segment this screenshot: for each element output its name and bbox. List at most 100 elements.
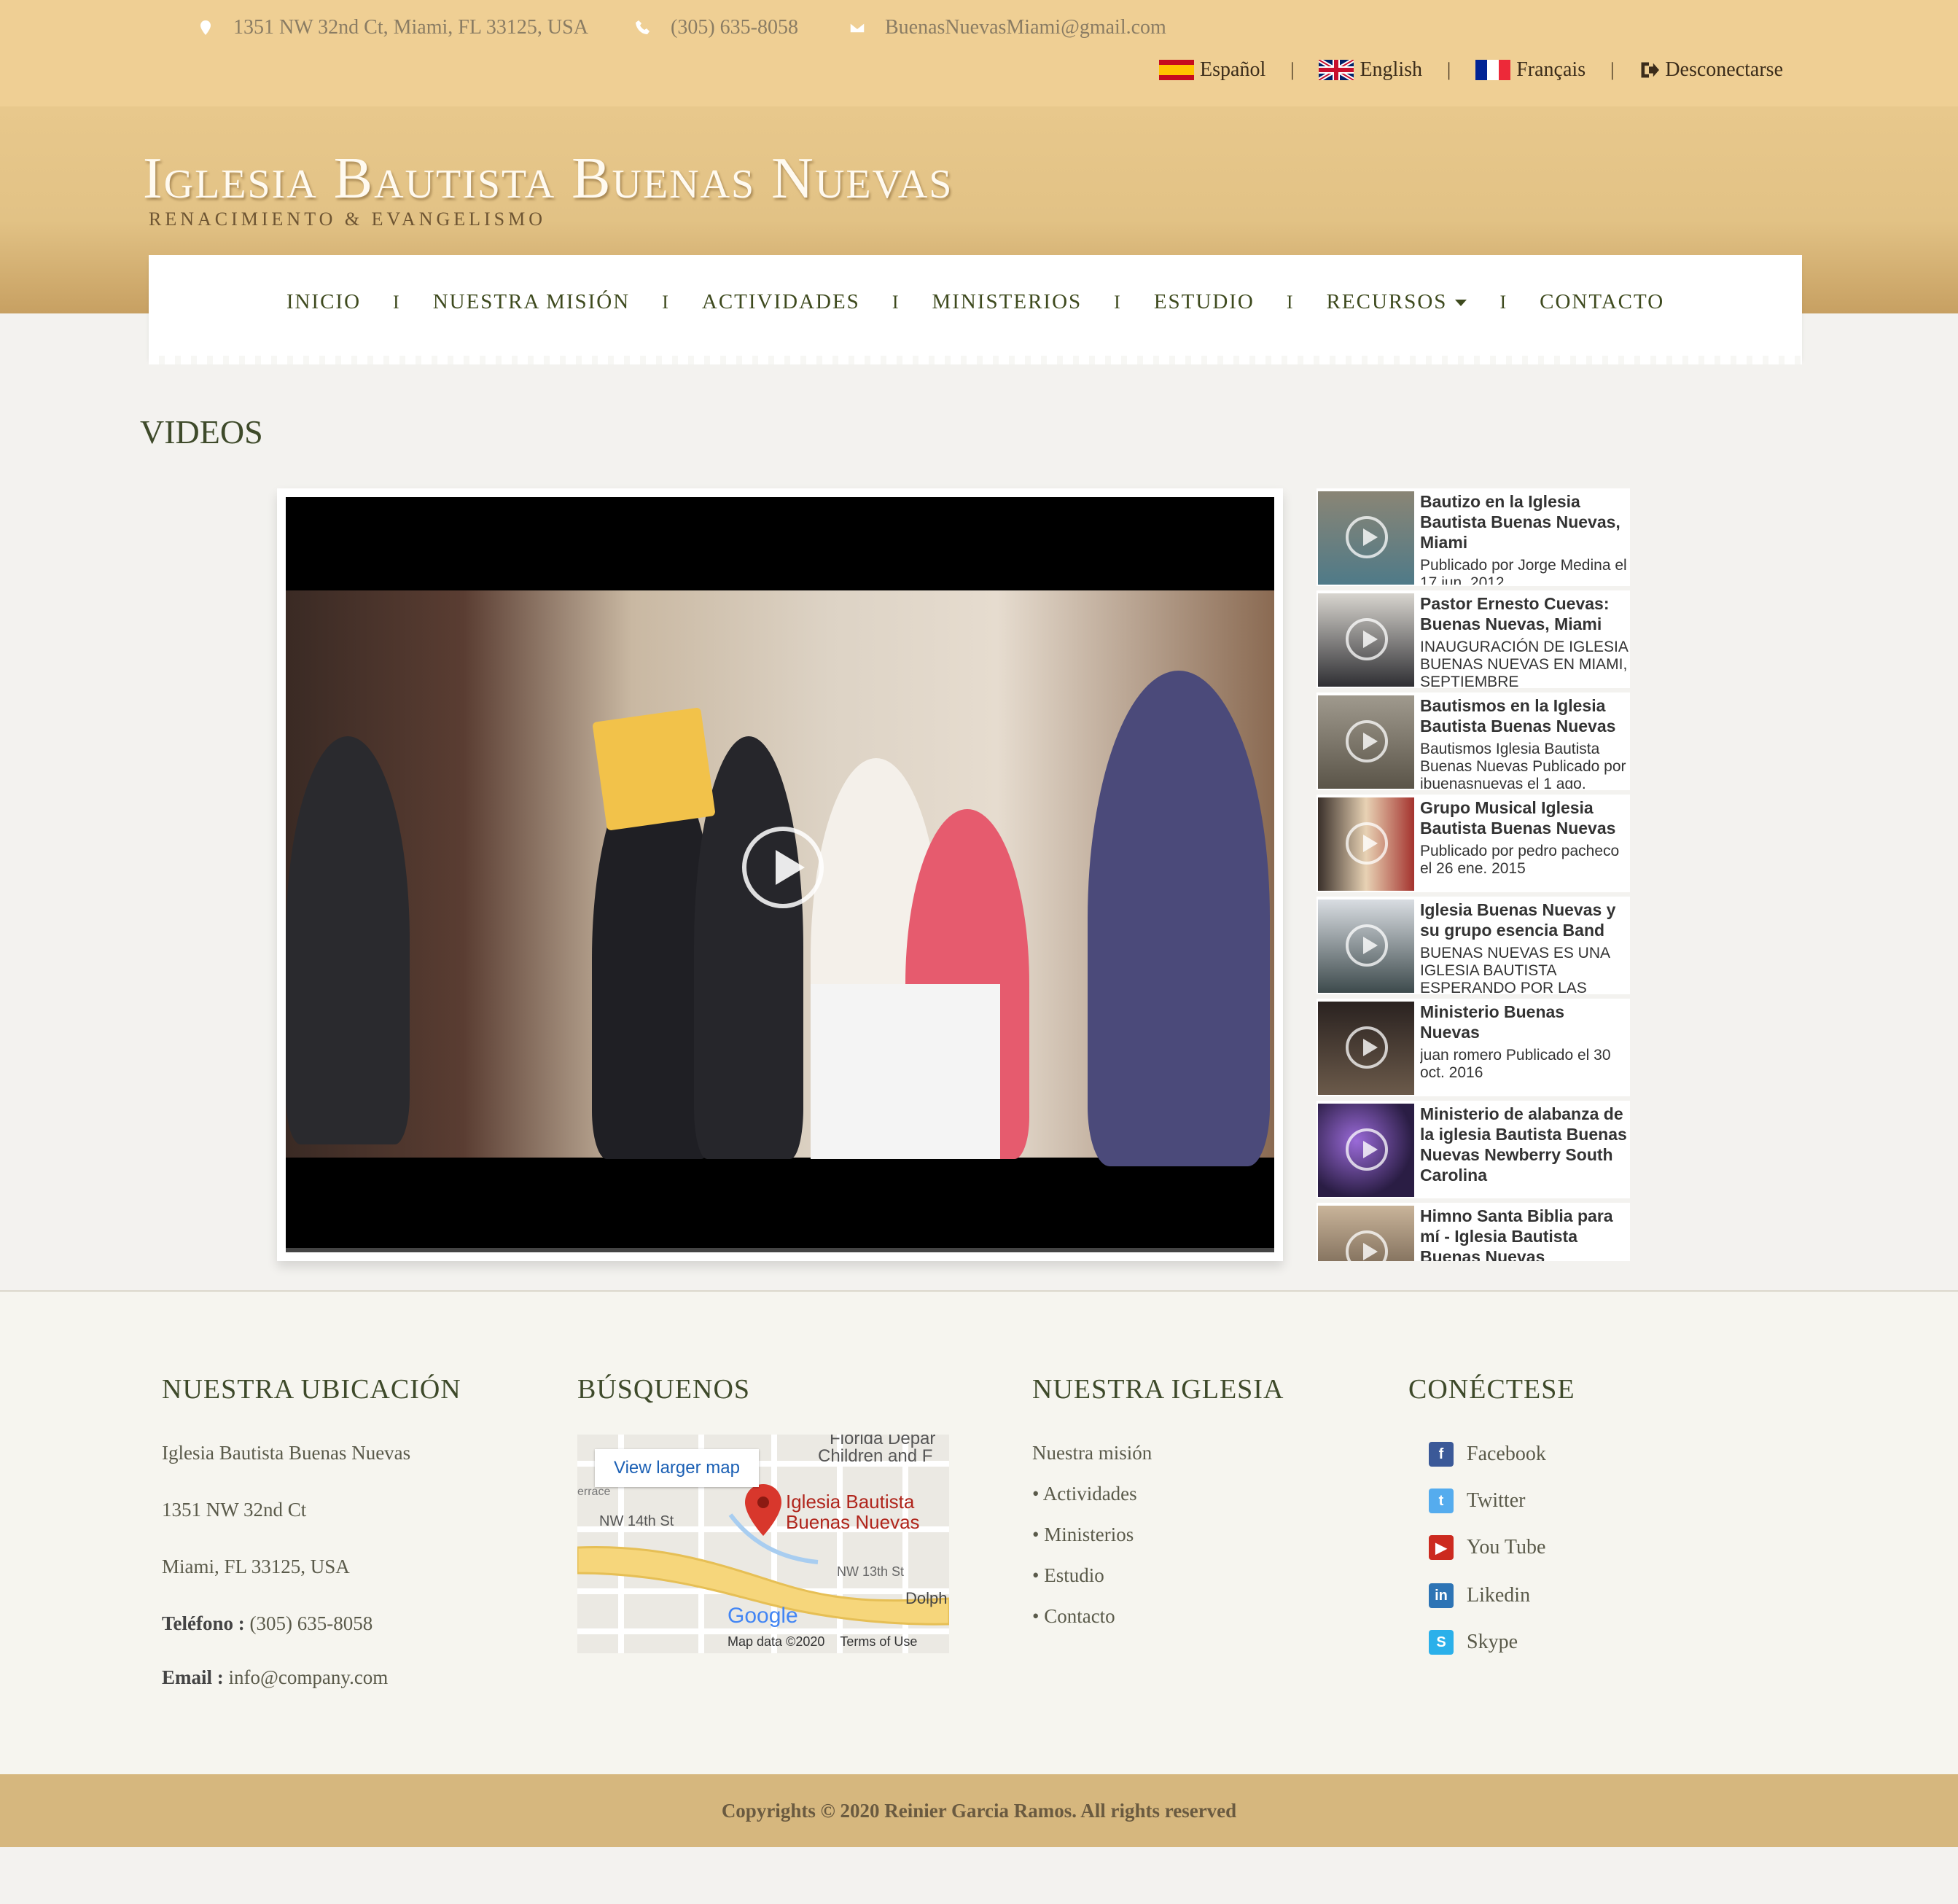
playlist-item-text: Iglesia Buenas Nuevas y su grupo esencia… [1420, 900, 1629, 993]
page-title: VIDEOS [140, 413, 263, 450]
footer-link-mision[interactable]: Nuestra misión [1032, 1442, 1152, 1464]
logout-link[interactable]: Desconectarse [1639, 58, 1783, 82]
email-link[interactable]: BuenasNuevasMiami@gmail.com [885, 16, 1166, 39]
map-place-label[interactable]: Iglesia Bautista Buenas Nuevas [786, 1491, 946, 1532]
playlist-item-title[interactable]: Bautismos en la Iglesia Bautista Buenas … [1420, 695, 1629, 736]
playlist-item[interactable]: Pastor Ernesto Cuevas: Buenas Nuevas, Mi… [1317, 590, 1630, 688]
caret-down-icon [1455, 299, 1467, 306]
top-bar: 1351 NW 32nd Ct, Miami, FL 33125, USA (3… [0, 0, 1958, 106]
playlist-item[interactable]: Ministerio de alabanza de la iglesia Bau… [1317, 1101, 1630, 1198]
playlist-item[interactable]: Grupo Musical Iglesia Bautista Buenas Nu… [1317, 795, 1630, 892]
video-thumbnail[interactable] [1318, 491, 1414, 585]
playlist-item[interactable]: Iglesia Buenas Nuevas y su grupo esencia… [1317, 897, 1630, 994]
video-thumbnail[interactable] [1318, 1002, 1414, 1095]
view-larger-map-link[interactable]: View larger map [595, 1449, 759, 1487]
social-label[interactable]: Skype [1467, 1631, 1518, 1654]
nav-divider: I [1286, 291, 1295, 313]
playlist-item-title[interactable]: Pastor Ernesto Cuevas: Buenas Nuevas, Mi… [1420, 593, 1629, 634]
nav-item-recursos-label[interactable]: RECURSOS [1327, 290, 1448, 314]
video-thumbnail[interactable] [1318, 797, 1414, 891]
playlist-item-title[interactable]: Ministerio Buenas Nuevas [1420, 1002, 1629, 1042]
lang-english[interactable]: English [1319, 58, 1422, 82]
linkedin-icon: in [1429, 1583, 1454, 1608]
nav-divider: I [1499, 291, 1508, 313]
nav-item-inicio[interactable]: INICIO [286, 290, 361, 314]
footer-link-contacto[interactable]: • Contacto [1032, 1605, 1115, 1628]
video-thumbnail[interactable] [1318, 695, 1414, 789]
playlist-item[interactable]: Bautizo en la Iglesia Bautista Buenas Nu… [1317, 488, 1630, 586]
map-street-label: Children and F [818, 1446, 933, 1466]
playlist-item-desc: juan romero Publicado el 30 oct. 2016 [1420, 1047, 1611, 1081]
video-progress-bar[interactable] [286, 1248, 1274, 1252]
social-label[interactable]: You Tube [1467, 1536, 1545, 1559]
lang-espanol[interactable]: Español [1159, 58, 1265, 82]
video-player[interactable] [277, 488, 1283, 1261]
address-info: 1351 NW 32nd Ct, Miami, FL 33125, USA [197, 16, 588, 39]
embedded-map[interactable]: View larger map Iglesia Bautista Buenas … [577, 1435, 949, 1653]
social-facebook[interactable]: f Facebook [1429, 1442, 1546, 1467]
nav-divider: I [662, 291, 670, 313]
playlist-item[interactable]: Himno Santa Biblia para mí - Iglesia Bau… [1317, 1203, 1630, 1261]
footer-link-ministerios[interactable]: • Ministerios [1032, 1523, 1134, 1546]
play-icon [1346, 516, 1388, 558]
playlist-item-text: Ministerio de alabanza de la iglesia Bau… [1420, 1104, 1629, 1197]
lang-label[interactable]: Español [1200, 58, 1265, 82]
nav-item-contacto[interactable]: CONTACTO [1540, 290, 1664, 314]
video-frame[interactable] [286, 497, 1274, 1252]
map-street-label: errace [577, 1486, 611, 1498]
logout-icon [1641, 62, 1660, 78]
nav-menu: INICIO I NUESTRA MISIÓN I ACTIVIDADES I … [149, 290, 1802, 314]
video-thumbnail[interactable] [1318, 1206, 1414, 1261]
social-label[interactable]: Likedin [1467, 1584, 1530, 1607]
footer-email-value[interactable]: info@company.com [229, 1666, 389, 1688]
footer-city: Miami, FL 33125, USA [162, 1556, 350, 1577]
playlist-item-title[interactable]: Grupo Musical Iglesia Bautista Buenas Nu… [1420, 797, 1629, 838]
playlist-item-title[interactable]: Ministerio de alabanza de la iglesia Bau… [1420, 1104, 1629, 1185]
video-thumbnail[interactable] [1318, 593, 1414, 687]
lang-divider: | [1447, 59, 1451, 80]
footer-link-estudio[interactable]: • Estudio [1032, 1564, 1104, 1587]
social-label[interactable]: Twitter [1467, 1489, 1525, 1513]
social-linkedin[interactable]: in Likedin [1429, 1583, 1530, 1608]
lang-francais[interactable]: Français [1475, 58, 1585, 82]
footer-map-title: BÚSQUENOS [577, 1374, 751, 1405]
playlist-item-title[interactable]: Himno Santa Biblia para mí - Iglesia Bau… [1420, 1206, 1629, 1261]
social-label[interactable]: Facebook [1467, 1443, 1546, 1466]
site-logo-title[interactable]: Iglesia Bautista Buenas Nuevas [143, 146, 953, 212]
video-thumbnail[interactable] [1318, 1104, 1414, 1197]
nav-item-recursos[interactable]: RECURSOS [1327, 290, 1468, 314]
nav-item-mision[interactable]: NUESTRA MISIÓN [433, 290, 631, 314]
video-thumbnail[interactable] [1318, 900, 1414, 993]
footer-phone-label: Teléfono : [162, 1612, 245, 1634]
playlist-item[interactable]: Bautismos en la Iglesia Bautista Buenas … [1317, 692, 1630, 790]
playlist-item-text: Bautismos en la Iglesia Bautista Buenas … [1420, 695, 1629, 789]
social-youtube[interactable]: ▶ You Tube [1429, 1535, 1545, 1560]
nav-item-estudio[interactable]: ESTUDIO [1154, 290, 1255, 314]
footer-street: 1351 NW 32nd Ct [162, 1499, 307, 1521]
logout-label[interactable]: Desconectarse [1665, 58, 1783, 82]
footer-phone: Teléfono : (305) 635-8058 [162, 1612, 373, 1635]
map-terms-link[interactable]: Terms of Use [840, 1634, 917, 1649]
footer-email-label: Email : [162, 1666, 224, 1688]
lang-label[interactable]: English [1360, 58, 1422, 82]
site-footer: NUESTRA UBICACIÓN Iglesia Bautista Buena… [0, 1290, 1958, 1776]
social-twitter[interactable]: t Twitter [1429, 1489, 1525, 1513]
playlist-item-title[interactable]: Iglesia Buenas Nuevas y su grupo esencia… [1420, 900, 1629, 940]
language-switcher: Español | English | Français | Desconect… [1159, 58, 1783, 82]
main-nav: INICIO I NUESTRA MISIÓN I ACTIVIDADES I … [149, 255, 1802, 364]
footer-phone-value: (305) 635-8058 [249, 1612, 373, 1634]
email-info[interactable]: BuenasNuevasMiami@gmail.com [849, 16, 1166, 39]
phone-icon [636, 20, 650, 34]
playlist-item-title[interactable]: Bautizo en la Iglesia Bautista Buenas Nu… [1420, 491, 1629, 553]
play-icon [1346, 720, 1388, 762]
play-icon[interactable] [742, 827, 824, 908]
playlist-item[interactable]: Ministerio Buenas Nuevas juan romero Pub… [1317, 999, 1630, 1096]
social-skype[interactable]: S Skype [1429, 1630, 1518, 1655]
nav-item-actividades[interactable]: ACTIVIDADES [702, 290, 860, 314]
nav-item-ministerios[interactable]: MINISTERIOS [932, 290, 1082, 314]
lang-label[interactable]: Français [1516, 58, 1585, 82]
map-street-label: NW 13th St [837, 1564, 905, 1579]
footer-link-actividades[interactable]: • Actividades [1032, 1483, 1137, 1505]
twitter-icon: t [1429, 1489, 1454, 1513]
map-street-label: Dolph [905, 1589, 948, 1607]
